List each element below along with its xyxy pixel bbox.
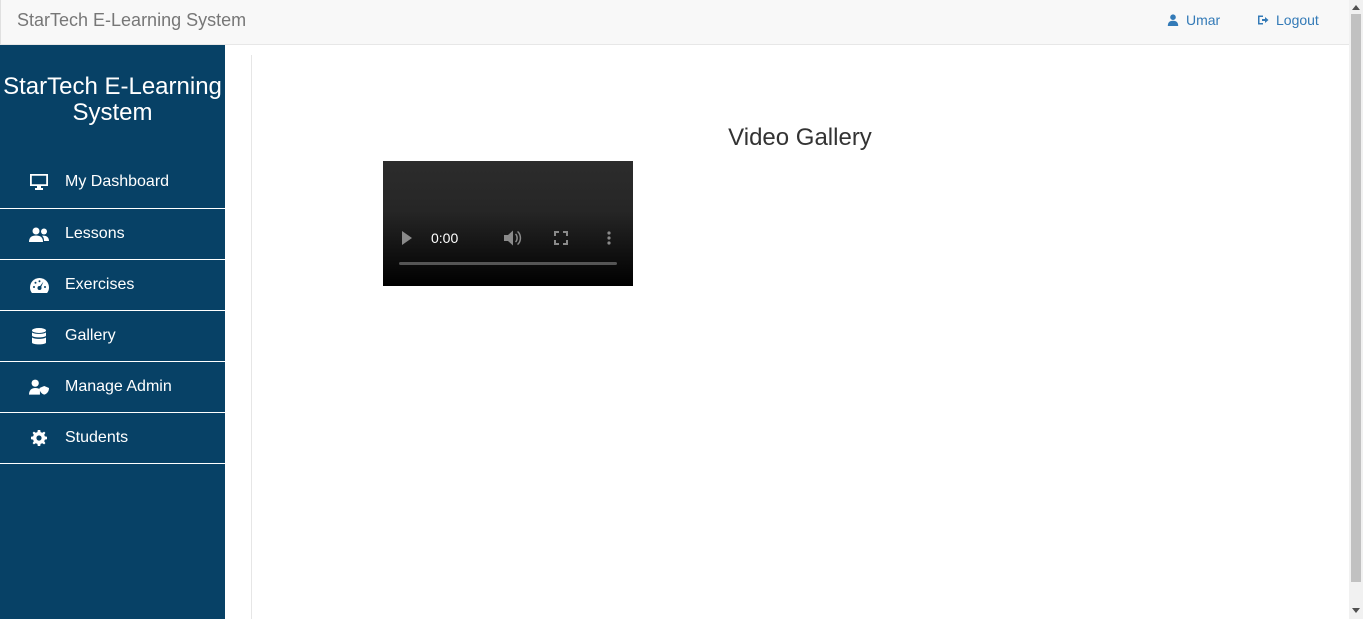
- gauge-icon: [29, 275, 49, 295]
- scroll-up-arrow-icon[interactable]: [1349, 0, 1363, 14]
- volume-icon[interactable]: [503, 229, 523, 247]
- fullscreen-icon[interactable]: [553, 230, 569, 246]
- sidebar-item-label: Exercises: [65, 276, 135, 293]
- sidebar-item-lessons[interactable]: Lessons: [0, 209, 225, 260]
- users-icon: [29, 224, 49, 244]
- sidebar-item-manage-admin[interactable]: Manage Admin: [0, 362, 225, 413]
- sidebar-item-label: Gallery: [65, 327, 116, 344]
- page: StarTech E-Learning System Umar Logout S…: [0, 0, 1363, 619]
- sidebar-title: StarTech E-Learning System: [3, 73, 222, 126]
- video-progress-bar[interactable]: [399, 262, 617, 265]
- monitor-icon: [29, 172, 49, 192]
- sidebar-item-label: My Dashboard: [65, 173, 170, 190]
- sidebar-item-label: Students: [65, 429, 129, 446]
- sidebar-item-my-dashboard[interactable]: My Dashboard: [0, 156, 225, 209]
- more-options-icon[interactable]: [603, 229, 615, 247]
- scroll-down-arrow-icon[interactable]: [1349, 603, 1363, 617]
- content-divider: [251, 55, 252, 619]
- page-title: Video Gallery: [728, 124, 872, 151]
- top-navbar: StarTech E-Learning System Umar Logout: [0, 0, 1349, 45]
- gear-icon: [29, 428, 49, 448]
- sidebar-item-label: Manage Admin: [65, 378, 172, 395]
- video-current-time: 0:00: [431, 230, 459, 246]
- vertical-scrollbar[interactable]: [1349, 0, 1363, 619]
- logout-label: Logout: [1276, 12, 1319, 28]
- user-icon: [1167, 14, 1179, 26]
- sidebar-menu: My Dashboard Lessons Exercises Gallery M…: [0, 156, 225, 464]
- sidebar: StarTech E-Learning System My Dashboard: [0, 45, 225, 619]
- database-icon: [29, 326, 49, 346]
- user-name-label: Umar: [1186, 12, 1221, 28]
- video-player[interactable]: 0:00: [383, 161, 633, 286]
- logout-link[interactable]: Logout: [1257, 12, 1319, 28]
- play-icon[interactable]: [399, 230, 415, 246]
- sidebar-item-exercises[interactable]: Exercises: [0, 260, 225, 311]
- sidebar-item-label: Lessons: [65, 225, 125, 242]
- navbar-brand[interactable]: StarTech E-Learning System: [17, 10, 246, 31]
- scrollbar-thumb[interactable]: [1351, 14, 1361, 582]
- sidebar-item-gallery[interactable]: Gallery: [0, 311, 225, 362]
- sidebar-item-students[interactable]: Students: [0, 413, 225, 464]
- user-menu-link[interactable]: Umar: [1167, 12, 1220, 28]
- logout-icon: [1258, 15, 1269, 25]
- user-shield-icon: [29, 377, 49, 397]
